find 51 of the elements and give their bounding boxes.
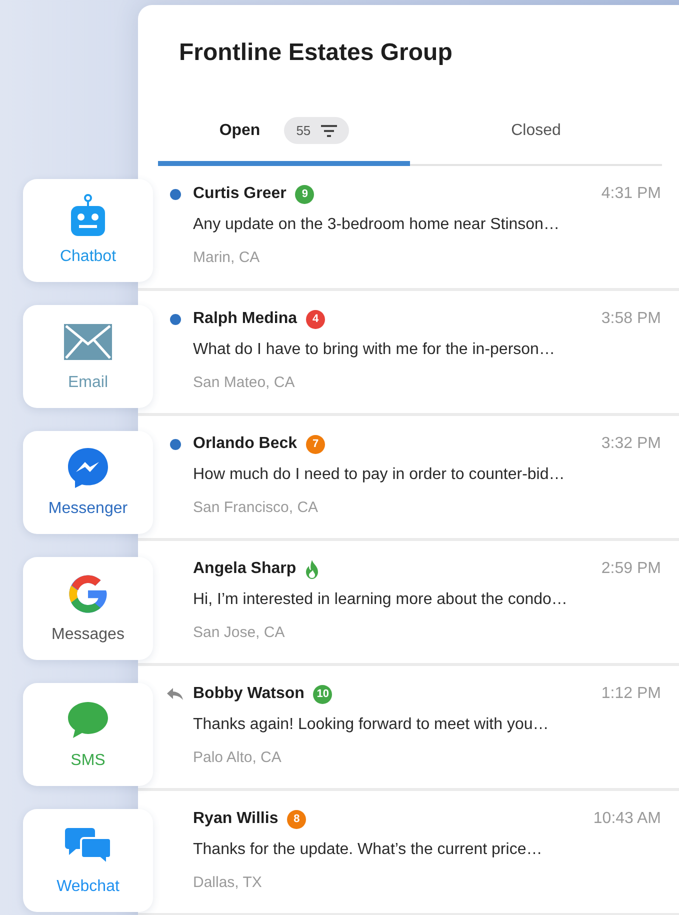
messenger-icon: [66, 446, 110, 490]
contact-name: Angela Sharp: [193, 559, 296, 579]
tab[interactable]: Closed: [410, 100, 662, 166]
message-time: 1:12 PM: [601, 684, 661, 704]
message-time: 4:31 PM: [601, 184, 661, 204]
message-preview: Hi, I’m interested in learning more about the condo…: [193, 590, 568, 610]
contact-location: San Mateo, CA: [193, 373, 296, 393]
message-preview: Any update on the 3-bedroom home near Stinson…: [193, 215, 560, 235]
envelope-icon: [64, 324, 112, 360]
tab-label: Open: [219, 120, 260, 140]
contact-location: Palo Alto, CA: [193, 748, 282, 768]
channel-card[interactable]: SMS: [23, 683, 153, 786]
channel-card[interactable]: Webchat: [23, 809, 153, 912]
page-title: Frontline Estates Group: [179, 38, 454, 68]
message-preview: How much do I need to pay in order to counter-bid…: [193, 465, 566, 485]
channel-label: Messages: [52, 624, 124, 644]
message-time: 3:32 PM: [601, 434, 661, 454]
contact-name: Ryan Willis: [193, 809, 278, 829]
channel-label: SMS: [70, 750, 106, 770]
count-badge: 8: [287, 810, 306, 828]
message-time: 10:43 AM: [593, 809, 661, 829]
channel-card[interactable]: Email: [23, 305, 153, 408]
contact-name: Curtis Greer: [193, 184, 286, 204]
channel-card[interactable]: Messages: [23, 557, 153, 660]
message-preview: Thanks again! Looking forward to meet with you…: [193, 715, 550, 735]
channel-label: Email: [68, 372, 108, 392]
speech-bubble-icon: [67, 700, 109, 738]
contact-location: San Jose, CA: [193, 623, 286, 643]
tab-label: Closed: [511, 120, 561, 140]
filter-icon: [320, 124, 337, 136]
channel-card[interactable]: Messenger: [23, 431, 153, 534]
contact-location: Marin, CA: [193, 248, 261, 268]
message-time: 3:58 PM: [601, 309, 661, 329]
contact-name: Bobby Watson: [193, 684, 304, 704]
filter-count-button[interactable]: 55: [284, 117, 349, 144]
message-preview: What do I have to bring with me for the in-person…: [193, 340, 556, 360]
count-badge: 4: [306, 310, 326, 328]
count-badge: 10: [313, 684, 332, 704]
tab[interactable]: Open 55: [158, 100, 410, 166]
message-preview: Thanks for the update. What’s the current price…: [193, 840, 544, 860]
channel-label: Chatbot: [60, 246, 116, 266]
message-time: 2:59 PM: [601, 559, 661, 579]
count-badge: 9: [295, 184, 314, 204]
contact-location: Dallas, TX: [193, 873, 263, 893]
channel-card[interactable]: Chatbot: [23, 179, 153, 282]
channel-label: Messenger: [48, 498, 128, 518]
contact-name: Ralph Medina: [193, 309, 298, 329]
count-badge: 7: [306, 434, 326, 454]
contact-location: San Francisco, CA: [193, 498, 320, 518]
channel-label: Webchat: [56, 876, 120, 896]
contact-name: Orlando Beck: [193, 434, 298, 454]
